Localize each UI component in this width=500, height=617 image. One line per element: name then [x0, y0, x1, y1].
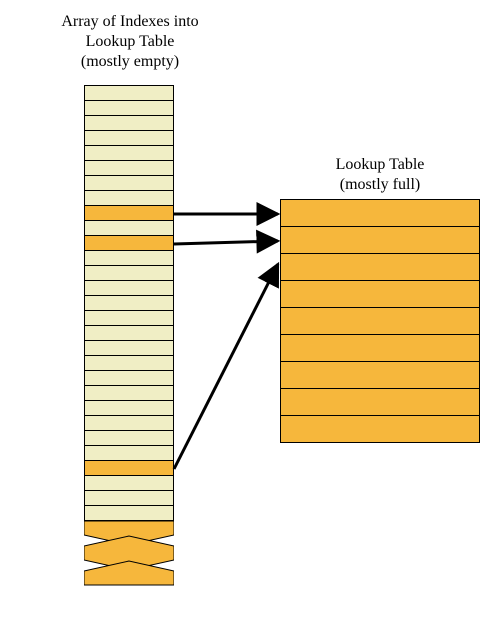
index-cell — [84, 100, 174, 116]
jagged-break-icon — [84, 521, 174, 591]
arrow-icon — [174, 264, 278, 469]
index-cell — [84, 400, 174, 416]
lookup-row — [280, 334, 480, 362]
index-cell — [84, 145, 174, 161]
index-cell — [84, 115, 174, 131]
lookup-row — [280, 280, 480, 308]
index-cell — [84, 355, 174, 371]
lookup-row — [280, 199, 480, 227]
index-cell — [84, 250, 174, 266]
index-cell — [84, 505, 174, 521]
index-cell — [84, 310, 174, 326]
index-cell — [84, 490, 174, 506]
index-cell — [84, 160, 174, 176]
lookup-row — [280, 226, 480, 254]
lookup-row — [280, 388, 480, 416]
index-array — [84, 86, 174, 521]
index-cell-filled — [84, 235, 174, 251]
index-cell — [84, 85, 174, 101]
index-cell — [84, 130, 174, 146]
index-cell — [84, 430, 174, 446]
index-cell-filled — [84, 460, 174, 476]
index-cell — [84, 295, 174, 311]
lookup-table — [280, 200, 480, 443]
index-cell — [84, 175, 174, 191]
lookup-row — [280, 307, 480, 335]
lookup-row — [280, 415, 480, 443]
index-cell-filled — [84, 205, 174, 221]
index-cell — [84, 265, 174, 281]
index-cell — [84, 415, 174, 431]
index-cell — [84, 475, 174, 491]
index-array-title: Array of Indexes into Lookup Table (most… — [10, 12, 250, 72]
index-cell — [84, 370, 174, 386]
index-cell — [84, 340, 174, 356]
index-cell — [84, 220, 174, 236]
index-cell — [84, 190, 174, 206]
lookup-row — [280, 253, 480, 281]
index-cell — [84, 280, 174, 296]
index-cell — [84, 385, 174, 401]
index-cell — [84, 325, 174, 341]
lookup-row — [280, 361, 480, 389]
index-cell — [84, 445, 174, 461]
arrow-icon — [174, 241, 278, 244]
lookup-table-title: Lookup Table (mostly full) — [280, 155, 480, 195]
